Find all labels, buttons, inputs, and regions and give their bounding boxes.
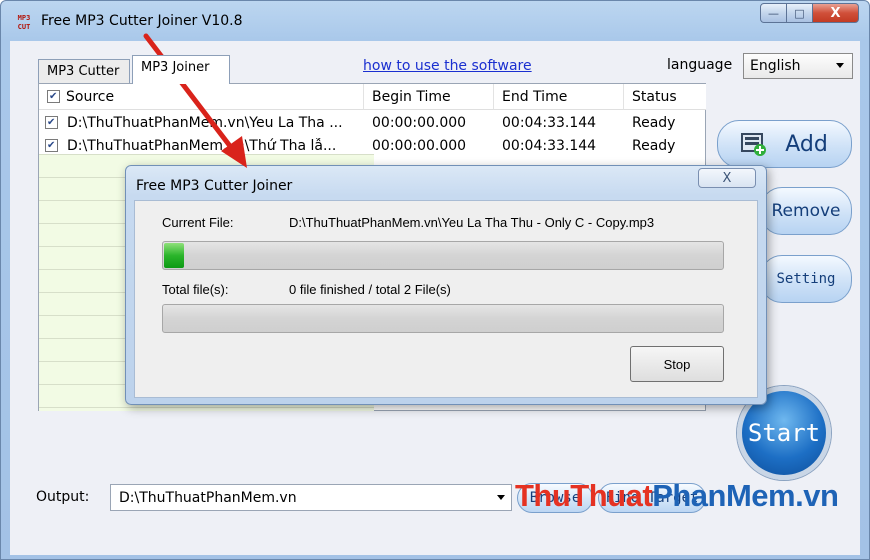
add-button[interactable]: Add [717,120,852,168]
language-value: English [750,58,801,74]
close-icon: X [722,170,732,186]
end-time-cell: 00:04:33.144 [502,115,597,131]
status-cell: Ready [632,115,676,131]
begin-time-cell: 00:00:00.000 [372,115,467,131]
language-label: language [667,57,733,73]
setting-button[interactable]: Setting [760,255,852,303]
end-time-cell: 00:04:33.144 [502,138,597,154]
begin-time-cell: 00:00:00.000 [372,138,467,154]
chevron-down-icon [836,63,844,68]
minimize-icon: — [768,6,779,20]
current-file-progress-bar [162,241,724,270]
window-controls: — □ X [760,3,859,23]
table-row[interactable]: D:\ThuThuatPhanMem.vn\Yeu La Tha ... 00:… [39,112,706,134]
language-select[interactable]: English [743,53,853,79]
add-file-icon [741,133,766,156]
tab-mp3-joiner[interactable]: MP3 Joiner [132,55,230,84]
close-button[interactable]: X [813,3,859,23]
progress-dialog: Free MP3 Cutter Joiner X Current File: D… [125,165,767,405]
table-row[interactable]: D:\ThuThuatPhanMem.vn\Thứ Tha lẫ... 00:0… [39,135,706,157]
column-header-status[interactable]: Status [624,84,706,110]
column-header-end-time[interactable]: End Time [494,84,624,110]
current-file-progress-fill [164,243,184,268]
remove-label: Remove [771,201,841,221]
source-cell: D:\ThuThuatPhanMem.vn\Yeu La Tha ... [67,115,343,131]
total-progress-bar [162,304,724,333]
select-all-checkbox[interactable] [47,90,60,103]
source-cell: D:\ThuThuatPhanMem.vn\Thứ Tha lẫ... [67,138,337,154]
total-files-label: Total file(s): [162,282,229,297]
current-file-label: Current File: [162,215,234,230]
title-bar[interactable]: MP3 CUT Free MP3 Cutter Joiner V10.8 — □ … [1,1,869,41]
watermark-part1: ThuThuat [515,478,653,513]
setting-label: Setting [776,271,836,287]
window-title: Free MP3 Cutter Joiner V10.8 [41,13,243,29]
dialog-close-button[interactable]: X [698,168,756,188]
tab-mp3-cutter[interactable]: MP3 Cutter [38,59,130,83]
minimize-button[interactable]: — [760,3,787,23]
row-checkbox[interactable] [45,116,58,129]
row-checkbox[interactable] [45,139,58,152]
current-file-value: D:\ThuThuatPhanMem.vn\Yeu La Tha Thu - O… [289,215,655,230]
output-path-field[interactable]: D:\ThuThuatPhanMem.vn [110,484,512,511]
maximize-icon: □ [794,6,805,20]
total-files-value: 0 file finished / total 2 File(s) [289,282,451,297]
status-cell: Ready [632,138,676,154]
maximize-button[interactable]: □ [787,3,813,23]
app-icon: MP3 CUT [17,14,31,31]
column-label: Source [66,89,115,105]
watermark-logo: ThuThuatPhanMem.vn [515,478,839,514]
column-header-begin-time[interactable]: Begin Time [364,84,494,110]
add-label: Add [785,131,828,157]
start-label: Start [747,419,821,447]
help-link[interactable]: how to use the software [363,58,532,74]
stop-button[interactable]: Stop [630,346,724,382]
output-path-value: D:\ThuThuatPhanMem.vn [119,490,297,506]
chevron-down-icon[interactable] [497,495,505,500]
remove-button[interactable]: Remove [760,187,852,235]
output-label: Output: [36,489,90,505]
watermark-part2: PhanMem.vn [652,478,839,513]
close-icon: X [830,5,841,21]
dialog-body: Current File: D:\ThuThuatPhanMem.vn\Yeu … [134,200,758,398]
column-header-source[interactable]: Source [39,84,364,110]
dialog-title: Free MP3 Cutter Joiner [136,178,293,194]
